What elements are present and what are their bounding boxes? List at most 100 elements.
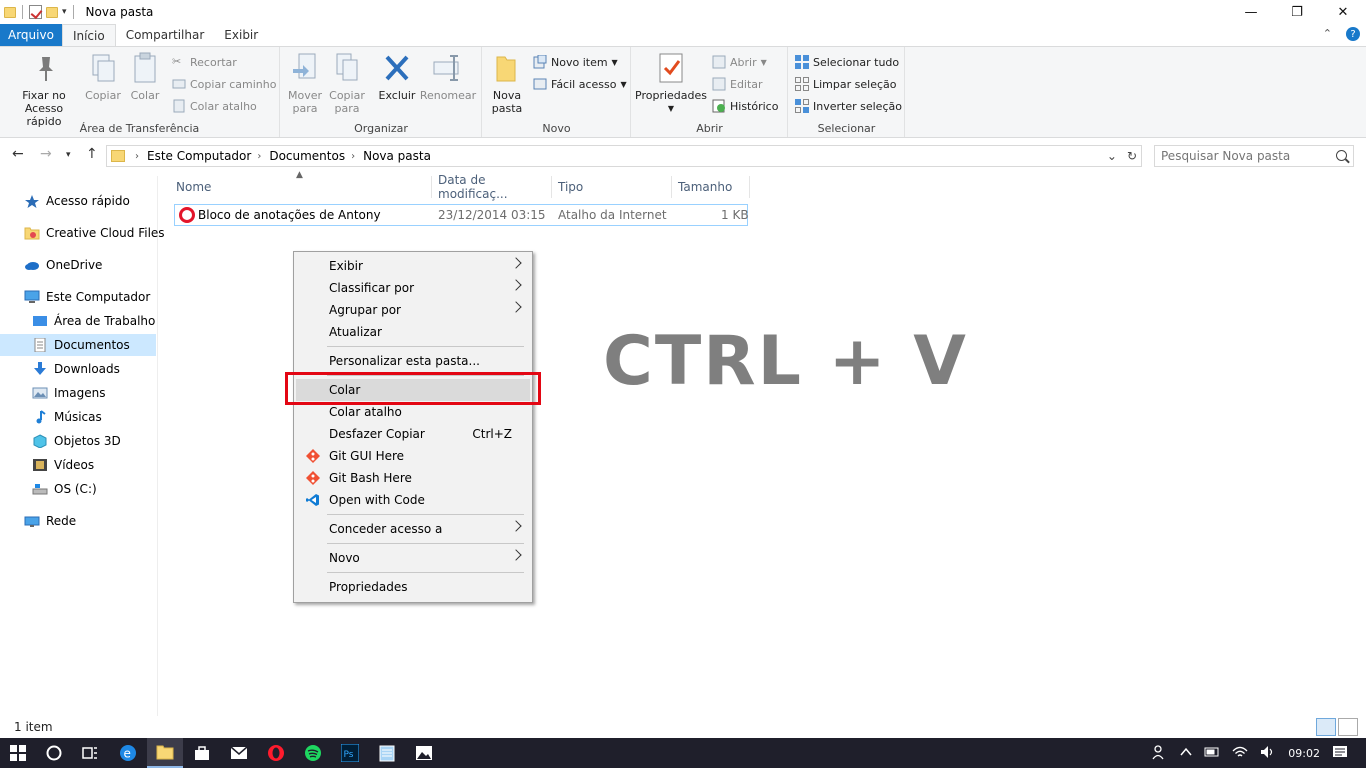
recent-locations-chevron-icon[interactable]: ▾ xyxy=(66,150,71,160)
start-windows-icon[interactable] xyxy=(0,738,36,768)
search-box[interactable] xyxy=(1154,145,1354,167)
history-button[interactable]: Histórico xyxy=(712,97,778,115)
column-header-tamanho[interactable]: Tamanho xyxy=(672,176,750,198)
easy-access-button[interactable]: Fácil acesso ▼ xyxy=(533,75,627,93)
nav-item-creative-cloud[interactable]: Creative Cloud Files xyxy=(24,222,165,244)
nav-item-documentos[interactable]: Documentos xyxy=(0,334,156,356)
menu-item-atualizar[interactable]: Atualizar xyxy=(296,321,530,343)
large-icons-view-button[interactable] xyxy=(1338,718,1358,736)
cut-button[interactable]: ✂ Recortar xyxy=(172,53,237,71)
nav-item-acesso-rapido[interactable]: Acesso rápido xyxy=(24,190,130,212)
nav-item-rede[interactable]: Rede xyxy=(24,510,76,532)
breadcrumb-documentos[interactable]: Documentos xyxy=(269,149,345,163)
menu-item-agrupar-por[interactable]: Agrupar por xyxy=(296,299,530,321)
select-none-button[interactable]: Limpar seleção xyxy=(795,75,896,93)
edge-browser-icon[interactable]: e xyxy=(110,738,146,768)
table-row[interactable]: Bloco de anotações de Antony 23/12/2014 … xyxy=(174,204,749,226)
search-circle-icon[interactable] xyxy=(36,738,72,768)
breadcrumb-separator-icon[interactable]: › xyxy=(135,151,139,162)
notepad-icon[interactable] xyxy=(369,738,405,768)
volume-icon[interactable] xyxy=(1260,745,1276,762)
column-header-tipo[interactable]: Tipo xyxy=(552,176,672,198)
column-header-nome[interactable]: Nome xyxy=(170,176,432,198)
new-folder-button[interactable]: Nova pasta xyxy=(489,51,525,115)
people-icon[interactable] xyxy=(1152,744,1168,763)
menu-item-propriedades[interactable]: Propriedades xyxy=(296,576,530,598)
collapse-ribbon-chevron-icon[interactable]: ⌃ xyxy=(1323,27,1332,41)
menu-item-desfazer-copiar[interactable]: Desfazer Copiar Ctrl+Z xyxy=(296,423,530,445)
help-icon[interactable]: ? xyxy=(1346,27,1360,41)
select-all-button[interactable]: Selecionar tudo xyxy=(795,53,899,71)
clock-time[interactable]: 09:02 xyxy=(1288,747,1320,760)
address-history-chevron-icon[interactable]: ⌄ xyxy=(1107,149,1117,163)
refresh-icon[interactable]: ↻ xyxy=(1127,149,1137,163)
new-item-button[interactable]: Novo item ▼ xyxy=(533,53,618,71)
close-button[interactable]: ✕ xyxy=(1320,0,1366,24)
paste-button[interactable]: Colar xyxy=(126,51,164,102)
nav-item-musicas[interactable]: Músicas xyxy=(32,406,102,428)
tab-exibir[interactable]: Exibir xyxy=(214,24,268,46)
paste-shortcut-button[interactable]: Colar atalho xyxy=(172,97,257,115)
menu-item-git-gui[interactable]: Git GUI Here xyxy=(296,445,530,467)
breadcrumb-separator-icon[interactable]: › xyxy=(257,151,261,162)
photoshop-icon[interactable]: Ps xyxy=(332,738,368,768)
edit-button[interactable]: Editar xyxy=(712,75,763,93)
nav-item-videos[interactable]: Vídeos xyxy=(32,454,94,476)
tab-inicio[interactable]: Início xyxy=(61,24,116,46)
nav-item-imagens[interactable]: Imagens xyxy=(32,382,105,404)
nav-item-area-de-trabalho[interactable]: Área de Trabalho xyxy=(32,310,155,332)
menu-item-exibir[interactable]: Exibir xyxy=(296,255,530,277)
wifi-icon[interactable] xyxy=(1232,745,1248,762)
menu-item-conceder-acesso[interactable]: Conceder acesso a xyxy=(296,518,530,540)
copy-path-button[interactable]: Copiar caminho xyxy=(172,75,276,93)
forward-arrow-icon[interactable]: → xyxy=(40,146,52,162)
menu-item-classificar-por[interactable]: Classificar por xyxy=(296,277,530,299)
nav-item-os-c[interactable]: OS (C:) xyxy=(32,478,97,500)
action-center-icon[interactable] xyxy=(1332,745,1348,762)
breadcrumb-separator-icon[interactable]: › xyxy=(351,151,355,162)
photos-icon[interactable] xyxy=(406,738,442,768)
copy-to-button[interactable]: Copiar para xyxy=(329,51,365,115)
file-explorer-icon[interactable] xyxy=(147,738,183,768)
mail-icon[interactable] xyxy=(221,738,257,768)
move-to-button[interactable]: Mover para xyxy=(287,51,323,115)
breadcrumb-este-computador[interactable]: Este Computador xyxy=(147,149,251,163)
store-bag-icon[interactable] xyxy=(184,738,220,768)
task-view-icon[interactable] xyxy=(72,738,108,768)
up-arrow-icon[interactable]: ↑ xyxy=(86,146,98,162)
copy-button[interactable]: Copiar xyxy=(84,51,122,102)
tab-arquivo[interactable]: Arquivo xyxy=(0,24,62,46)
address-bar[interactable]: › Este Computador › Documentos › Nova pa… xyxy=(106,145,1142,167)
column-header-data[interactable]: Data de modificaç... xyxy=(432,173,552,201)
menu-item-novo[interactable]: Novo xyxy=(296,547,530,569)
nav-item-onedrive[interactable]: OneDrive xyxy=(24,254,102,276)
rename-button[interactable]: Renomear xyxy=(419,51,477,102)
new-item-label: Novo item xyxy=(551,55,608,69)
menu-item-open-with-code[interactable]: Open with Code xyxy=(296,489,530,511)
properties-quick-icon[interactable] xyxy=(29,5,42,19)
back-arrow-icon[interactable]: ← xyxy=(12,146,24,162)
delete-button[interactable]: Excluir xyxy=(377,51,417,102)
search-icon[interactable] xyxy=(1336,150,1347,161)
new-folder-quick-icon[interactable] xyxy=(46,6,58,18)
nav-item-objetos-3d[interactable]: Objetos 3D xyxy=(32,430,121,452)
invert-selection-button[interactable]: Inverter seleção xyxy=(795,97,902,115)
nav-item-este-computador[interactable]: Este Computador xyxy=(24,286,150,308)
menu-item-git-bash[interactable]: Git Bash Here xyxy=(296,467,530,489)
restore-button[interactable]: ❐ xyxy=(1274,0,1320,24)
properties-button[interactable]: Propriedades ▼ xyxy=(635,51,707,115)
battery-icon[interactable] xyxy=(1204,747,1220,760)
details-view-button[interactable] xyxy=(1316,718,1336,736)
open-button[interactable]: Abrir ▼ xyxy=(712,53,767,71)
pin-quick-access-button[interactable]: Fixar no Acesso rápido xyxy=(6,51,82,128)
spotify-icon[interactable] xyxy=(295,738,331,768)
customize-toolbar-chevron-icon[interactable]: ▾ xyxy=(62,7,67,17)
menu-item-personalizar-pasta[interactable]: Personalizar esta pasta... xyxy=(296,350,530,372)
breadcrumb-nova-pasta[interactable]: Nova pasta xyxy=(363,149,431,163)
nav-item-downloads[interactable]: Downloads xyxy=(32,358,120,380)
minimize-button[interactable]: — xyxy=(1228,0,1274,24)
opera-browser-icon[interactable] xyxy=(258,738,294,768)
search-input[interactable] xyxy=(1161,149,1331,163)
show-hidden-icons-chevron-icon[interactable] xyxy=(1180,747,1192,760)
tab-compartilhar[interactable]: Compartilhar xyxy=(116,24,215,46)
